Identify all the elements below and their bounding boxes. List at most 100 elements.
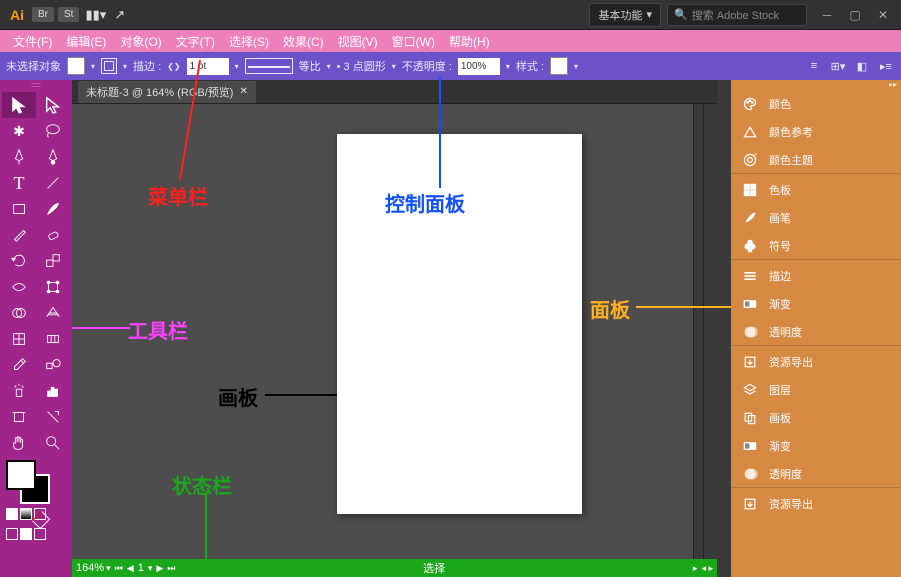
graph-tool[interactable] xyxy=(36,378,70,404)
artboard[interactable] xyxy=(337,134,582,514)
gpu-icon[interactable]: ↗ xyxy=(114,7,125,23)
canvas[interactable] xyxy=(72,104,717,559)
selection-tool[interactable] xyxy=(2,92,36,118)
width-tool[interactable] xyxy=(2,274,36,300)
shaper-tool[interactable] xyxy=(2,222,36,248)
menu-select[interactable]: 选择(S) xyxy=(222,33,276,50)
menu-object[interactable]: 对象(O) xyxy=(113,33,168,50)
menu-view[interactable]: 视图(V) xyxy=(331,33,385,50)
stroke-stepper[interactable]: ❮❯ xyxy=(167,62,180,71)
search-input[interactable]: 🔍搜索 Adobe Stock xyxy=(667,4,807,26)
page-input[interactable]: 1 xyxy=(138,562,144,574)
gradient-tool[interactable] xyxy=(36,326,70,352)
menu-window[interactable]: 窗口(W) xyxy=(385,33,442,50)
panel-layers[interactable]: 图层 xyxy=(731,376,901,404)
panel-target[interactable]: 颜色主题 xyxy=(731,146,901,174)
rotate-tool[interactable] xyxy=(2,248,36,274)
target-icon xyxy=(741,151,759,169)
lasso-tool[interactable] xyxy=(36,118,70,144)
panel-lines[interactable]: 描边 xyxy=(731,262,901,290)
stroke-label: 描边 : xyxy=(133,58,161,74)
wand-tool[interactable]: ✱ xyxy=(2,118,36,144)
eyedropper-tool[interactable] xyxy=(2,352,36,378)
arrange-icon[interactable]: ▮▮▾ xyxy=(85,7,106,23)
art-icon xyxy=(741,409,759,427)
maximize-button[interactable]: ▢ xyxy=(841,5,869,25)
menubar: 文件(F) 编辑(E) 对象(O) 文字(T) 选择(S) 效果(C) 视图(V… xyxy=(0,30,901,52)
panel-collapse-strip[interactable] xyxy=(717,80,731,577)
workspace-selector[interactable]: 基本功能▾ xyxy=(589,3,661,27)
free-transform-tool[interactable] xyxy=(36,274,70,300)
panel-brush[interactable]: 画笔 xyxy=(731,204,901,232)
mesh-tool[interactable] xyxy=(2,326,36,352)
symbol-sprayer-tool[interactable] xyxy=(2,378,36,404)
panel-triangle[interactable]: 颜色参考 xyxy=(731,118,901,146)
shape-builder-tool[interactable] xyxy=(2,300,36,326)
align-icon[interactable]: ≡ xyxy=(805,57,823,75)
style-swatch[interactable] xyxy=(550,57,568,75)
minimize-button[interactable]: ─ xyxy=(813,5,841,25)
club-icon xyxy=(741,237,759,255)
close-button[interactable]: ✕ xyxy=(869,5,897,25)
artboard-tool[interactable] xyxy=(2,404,36,430)
close-tab-icon[interactable]: ✕ xyxy=(239,86,247,97)
panel-art[interactable]: 画板 xyxy=(731,404,901,432)
line-tool[interactable] xyxy=(36,170,70,196)
scale-tool[interactable] xyxy=(36,248,70,274)
stock-button[interactable]: St xyxy=(58,7,79,22)
hand-tool[interactable] xyxy=(2,430,36,456)
app-icon: Ai xyxy=(10,7,24,23)
isolate-icon[interactable]: ◧ xyxy=(853,57,871,75)
menu-file[interactable]: 文件(F) xyxy=(6,33,59,50)
nav-first[interactable]: ⏮ xyxy=(115,563,123,574)
stroke-swatch[interactable] xyxy=(101,58,117,74)
gradient-icon xyxy=(741,295,759,313)
panel-grad2[interactable]: 渐变 xyxy=(731,432,901,460)
nav-prev[interactable]: ◀ xyxy=(127,563,134,574)
panel-palette[interactable]: 颜色 xyxy=(731,90,901,118)
circle-icon xyxy=(741,323,759,341)
opacity-input[interactable] xyxy=(458,58,500,75)
panel-circle[interactable]: 透明度 xyxy=(731,460,901,488)
zoom-tool[interactable] xyxy=(36,430,70,456)
screen-mode-buttons[interactable] xyxy=(6,528,66,540)
titlebar: Ai Br St ▮▮▾ ↗ 基本功能▾ 🔍搜索 Adobe Stock ─ ▢… xyxy=(0,0,901,30)
panel-expand-strip[interactable] xyxy=(693,104,703,559)
menu-type[interactable]: 文字(T) xyxy=(169,33,222,50)
panel-export[interactable]: 资源导出 xyxy=(731,490,901,518)
blend-tool[interactable] xyxy=(36,352,70,378)
fill-swatch[interactable] xyxy=(67,57,85,75)
rect-tool[interactable] xyxy=(2,196,36,222)
nav-next[interactable]: ▶ xyxy=(156,563,163,574)
panel-menu-icon[interactable]: ▸▸ xyxy=(731,80,901,90)
curvature-tool[interactable] xyxy=(36,144,70,170)
brush-tool[interactable] xyxy=(36,196,70,222)
zoom-selector[interactable]: 164%▾ xyxy=(76,562,111,574)
panel-export[interactable]: 资源导出 xyxy=(731,348,901,376)
document-tab[interactable]: 未标题-3 @ 164% (RGB/预览)✕ xyxy=(78,81,256,103)
vertical-scrollbar[interactable] xyxy=(703,104,717,559)
slice-tool[interactable] xyxy=(36,404,70,430)
stroke-width-input[interactable] xyxy=(187,58,229,75)
panel-circle[interactable]: 透明度 xyxy=(731,318,901,346)
perspective-tool[interactable] xyxy=(36,300,70,326)
toolbox: ::::: ✱ T xyxy=(0,80,72,577)
eraser-tool[interactable] xyxy=(36,222,70,248)
panel-gradient[interactable]: 渐变 xyxy=(731,290,901,318)
transform-icon[interactable]: ⊞▾ xyxy=(829,57,847,75)
stroke-style[interactable] xyxy=(245,58,293,74)
nav-last[interactable]: ⏭ xyxy=(167,563,175,574)
color-mode-buttons[interactable] xyxy=(6,508,66,520)
direct-select-tool[interactable] xyxy=(36,92,70,118)
bridge-button[interactable]: Br xyxy=(32,7,54,22)
menu-help[interactable]: 帮助(H) xyxy=(442,33,497,50)
brush-preset[interactable]: • 3 点圆形 xyxy=(337,58,386,74)
menu-icon[interactable]: ▸≡ xyxy=(877,57,895,75)
menu-edit[interactable]: 编辑(E) xyxy=(59,33,113,50)
menu-effect[interactable]: 效果(C) xyxy=(276,33,331,50)
panel-grid[interactable]: 色板 xyxy=(731,176,901,204)
type-tool[interactable]: T xyxy=(2,170,36,196)
panel-club[interactable]: 符号 xyxy=(731,232,901,260)
fill-stroke-swatches[interactable] xyxy=(6,460,50,504)
pen-tool[interactable] xyxy=(2,144,36,170)
